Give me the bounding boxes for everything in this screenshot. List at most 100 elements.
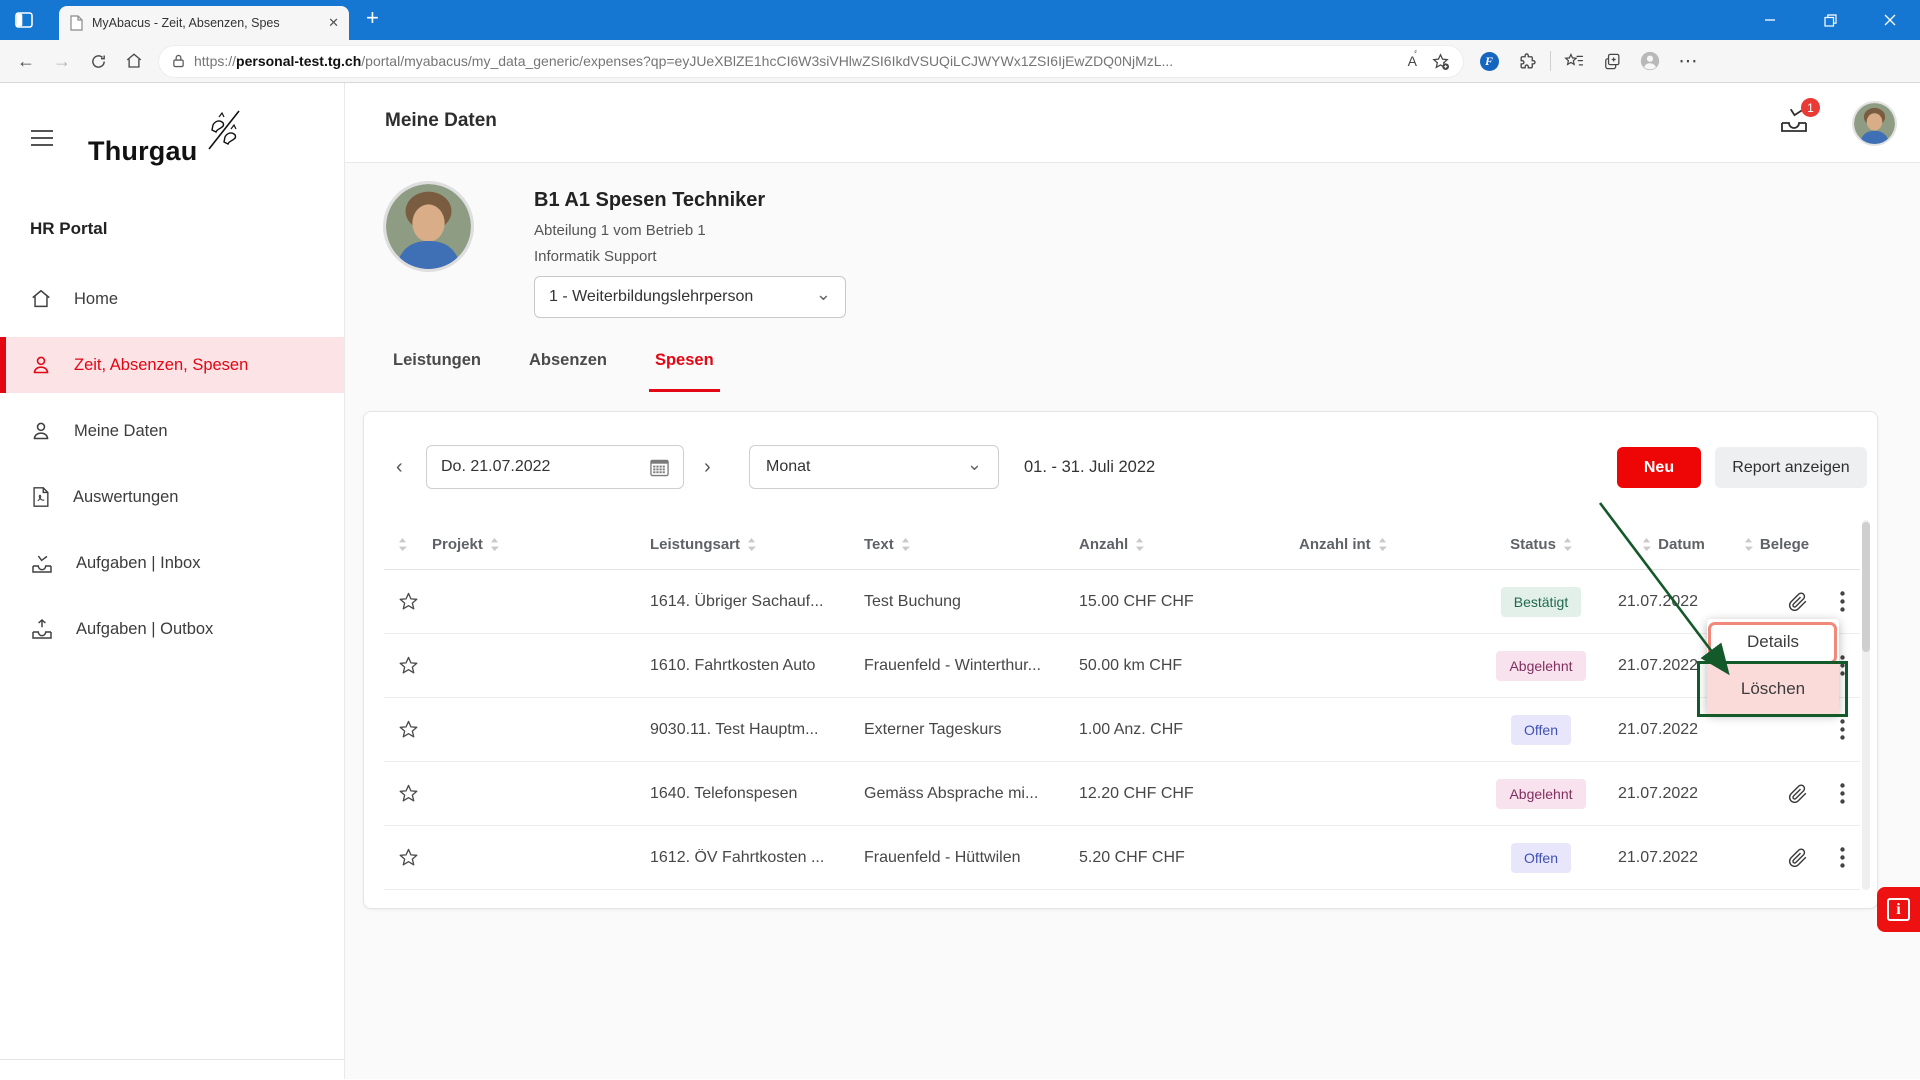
- table-row[interactable]: 1610. Fahrtkosten AutoFrauenfeld - Winte…: [384, 634, 1860, 698]
- show-report-button[interactable]: Report anzeigen: [1715, 447, 1867, 488]
- next-period-icon[interactable]: ›: [704, 445, 711, 489]
- sidebar-item-aufgaben-inbox[interactable]: Aufgaben | Inbox: [0, 535, 344, 591]
- menu-item-details[interactable]: Details: [1707, 619, 1839, 664]
- sort-icon: [901, 537, 910, 552]
- refresh-icon[interactable]: [80, 44, 116, 78]
- pdf-icon: [30, 486, 51, 508]
- status-badge: Offen: [1511, 715, 1571, 745]
- favorite-star-icon[interactable]: [398, 783, 419, 804]
- add-favorite-icon[interactable]: [1431, 52, 1450, 71]
- back-icon[interactable]: ←: [8, 44, 44, 78]
- row-menu-kebab-icon[interactable]: [1840, 783, 1845, 804]
- row-menu-kebab-icon[interactable]: [1840, 591, 1845, 612]
- sidebar-item-zeit-absenzen-spesen[interactable]: Zeit, Absenzen, Spesen: [0, 337, 344, 393]
- info-button[interactable]: i: [1877, 887, 1920, 932]
- table-row[interactable]: 1612. ÖV Fahrtkosten ...Frauenfeld - Hüt…: [384, 826, 1860, 890]
- browser-profile-icon[interactable]: [1631, 44, 1669, 78]
- sidebar-nav: Home Zeit, Absenzen, Spesen Meine Daten Aus…: [0, 271, 344, 657]
- forward-icon[interactable]: →: [44, 44, 80, 78]
- sort-icon: [1135, 537, 1144, 552]
- column-header-anzahl-int[interactable]: Anzahl int: [1299, 536, 1464, 553]
- tab-actions-icon[interactable]: [13, 9, 35, 31]
- sidebar: Thurgau HR Portal HomeZeit, Absenzen, Sp…: [0, 83, 345, 1079]
- cell-status: Offen: [1464, 843, 1618, 873]
- cell-favorite: [384, 655, 432, 676]
- sidebar-item-aufgaben-outbox[interactable]: Aufgaben | Outbox: [0, 601, 344, 657]
- collections-icon[interactable]: [1593, 44, 1631, 78]
- page-favicon: [69, 15, 83, 31]
- close-window-icon[interactable]: [1860, 0, 1920, 40]
- cell-datum: 21.07.2022: [1618, 849, 1729, 867]
- user-avatar[interactable]: [1854, 103, 1895, 144]
- browser-tab[interactable]: MyAbacus - Zeit, Absenzen, Spes ✕: [59, 6, 349, 40]
- date-field-value: Do. 21.07.2022: [441, 458, 550, 476]
- read-aloud-icon[interactable]: A〞: [1408, 53, 1422, 69]
- scrollbar-thumb[interactable]: [1862, 522, 1870, 652]
- column-label: Status: [1510, 536, 1556, 553]
- settings-more-icon[interactable]: ⋯: [1669, 44, 1707, 78]
- column-header-leistungsart[interactable]: Leistungsart: [650, 536, 864, 553]
- address-bar[interactable]: https://personal-test.tg.ch/portal/myaba…: [158, 45, 1464, 78]
- table-row[interactable]: 1640. TelefonspesenGemäss Absprache mi..…: [384, 762, 1860, 826]
- sidebar-item-label: Aufgaben | Inbox: [76, 554, 200, 573]
- column-header-status[interactable]: Status: [1464, 536, 1618, 553]
- extensions-icon[interactable]: [1508, 44, 1546, 78]
- cell-actions: [1824, 591, 1860, 612]
- cell-favorite: [384, 783, 432, 804]
- tab-spesen[interactable]: Spesen: [655, 351, 714, 384]
- sidebar-item-meine-daten[interactable]: Meine Daten: [0, 403, 344, 459]
- tab-absenzen[interactable]: Absenzen: [529, 351, 607, 384]
- prev-period-icon[interactable]: ‹: [396, 445, 403, 489]
- period-select[interactable]: Monat ⌄: [749, 445, 999, 489]
- notifications-inbox-icon[interactable]: 1: [1778, 105, 1812, 139]
- column-header-belege[interactable]: Belege: [1729, 536, 1824, 553]
- row-menu-kebab-icon[interactable]: [1840, 719, 1845, 740]
- hamburger-menu-icon[interactable]: [30, 129, 54, 147]
- sidebar-item-auswertungen[interactable]: Auswertungen: [0, 469, 344, 525]
- thurgau-logo: Thurgau: [88, 109, 245, 167]
- employee-department: Abteilung 1 vom Betrieb 1: [534, 222, 706, 239]
- row-menu-kebab-icon[interactable]: [1840, 655, 1845, 676]
- tab-title: MyAbacus - Zeit, Absenzen, Spes: [92, 16, 319, 30]
- column-header-anzahl[interactable]: Anzahl: [1079, 536, 1299, 553]
- home-icon[interactable]: [116, 44, 152, 78]
- sort-icon: [747, 537, 756, 552]
- minimize-icon[interactable]: [1740, 0, 1800, 40]
- favorite-star-icon[interactable]: [398, 847, 419, 868]
- period-select-value: Monat: [766, 458, 810, 476]
- cell-anzahl: 5.20 CHF CHF: [1079, 849, 1299, 867]
- profile-extension-icon[interactable]: F: [1470, 44, 1508, 78]
- row-context-menu: DetailsLöschen: [1707, 619, 1839, 714]
- favorites-icon[interactable]: [1555, 44, 1593, 78]
- role-select[interactable]: 1 - Weiterbildungslehrperson ⌄: [534, 276, 846, 318]
- cell-datum: 21.07.2022: [1618, 785, 1729, 803]
- status-badge: Bestätigt: [1501, 587, 1581, 617]
- favorite-star-icon[interactable]: [398, 655, 419, 676]
- tab-close-icon[interactable]: ✕: [328, 15, 339, 31]
- sidebar-item-home[interactable]: Home: [0, 271, 344, 327]
- table-row[interactable]: 1614. Übriger Sachauf...Test Buchung15.0…: [384, 570, 1860, 634]
- cell-anzahl: 1.00 Anz. CHF: [1079, 721, 1299, 739]
- table-scrollbar[interactable]: [1862, 520, 1870, 890]
- restore-icon[interactable]: [1800, 0, 1860, 40]
- calendar-icon[interactable]: [650, 458, 669, 477]
- chevron-down-icon: ⌄: [967, 454, 982, 475]
- column-header-text[interactable]: Text: [864, 536, 1079, 553]
- inbox-icon: [30, 551, 54, 575]
- cell-leistungsart: 9030.11. Test Hauptm...: [650, 721, 864, 739]
- date-field[interactable]: Do. 21.07.2022: [426, 445, 684, 489]
- new-expense-button[interactable]: Neu: [1617, 447, 1701, 488]
- column-header-favorites[interactable]: [384, 537, 432, 552]
- new-tab-icon[interactable]: +: [366, 5, 379, 31]
- favorite-star-icon[interactable]: [398, 719, 419, 740]
- table-row[interactable]: 9030.11. Test Hauptm...Externer Tageskur…: [384, 698, 1860, 762]
- column-header-projekt[interactable]: Projekt: [432, 536, 650, 553]
- row-menu-kebab-icon[interactable]: [1840, 847, 1845, 868]
- url-text[interactable]: https://personal-test.tg.ch/portal/myaba…: [194, 53, 1399, 69]
- menu-item-löschen[interactable]: Löschen: [1707, 664, 1839, 714]
- tab-leistungen[interactable]: Leistungen: [393, 351, 481, 384]
- column-header-datum[interactable]: Datum: [1618, 536, 1729, 553]
- cell-belege: [1729, 848, 1824, 868]
- favorite-star-icon[interactable]: [398, 591, 419, 612]
- role-select-value: 1 - Weiterbildungslehrperson: [549, 288, 753, 306]
